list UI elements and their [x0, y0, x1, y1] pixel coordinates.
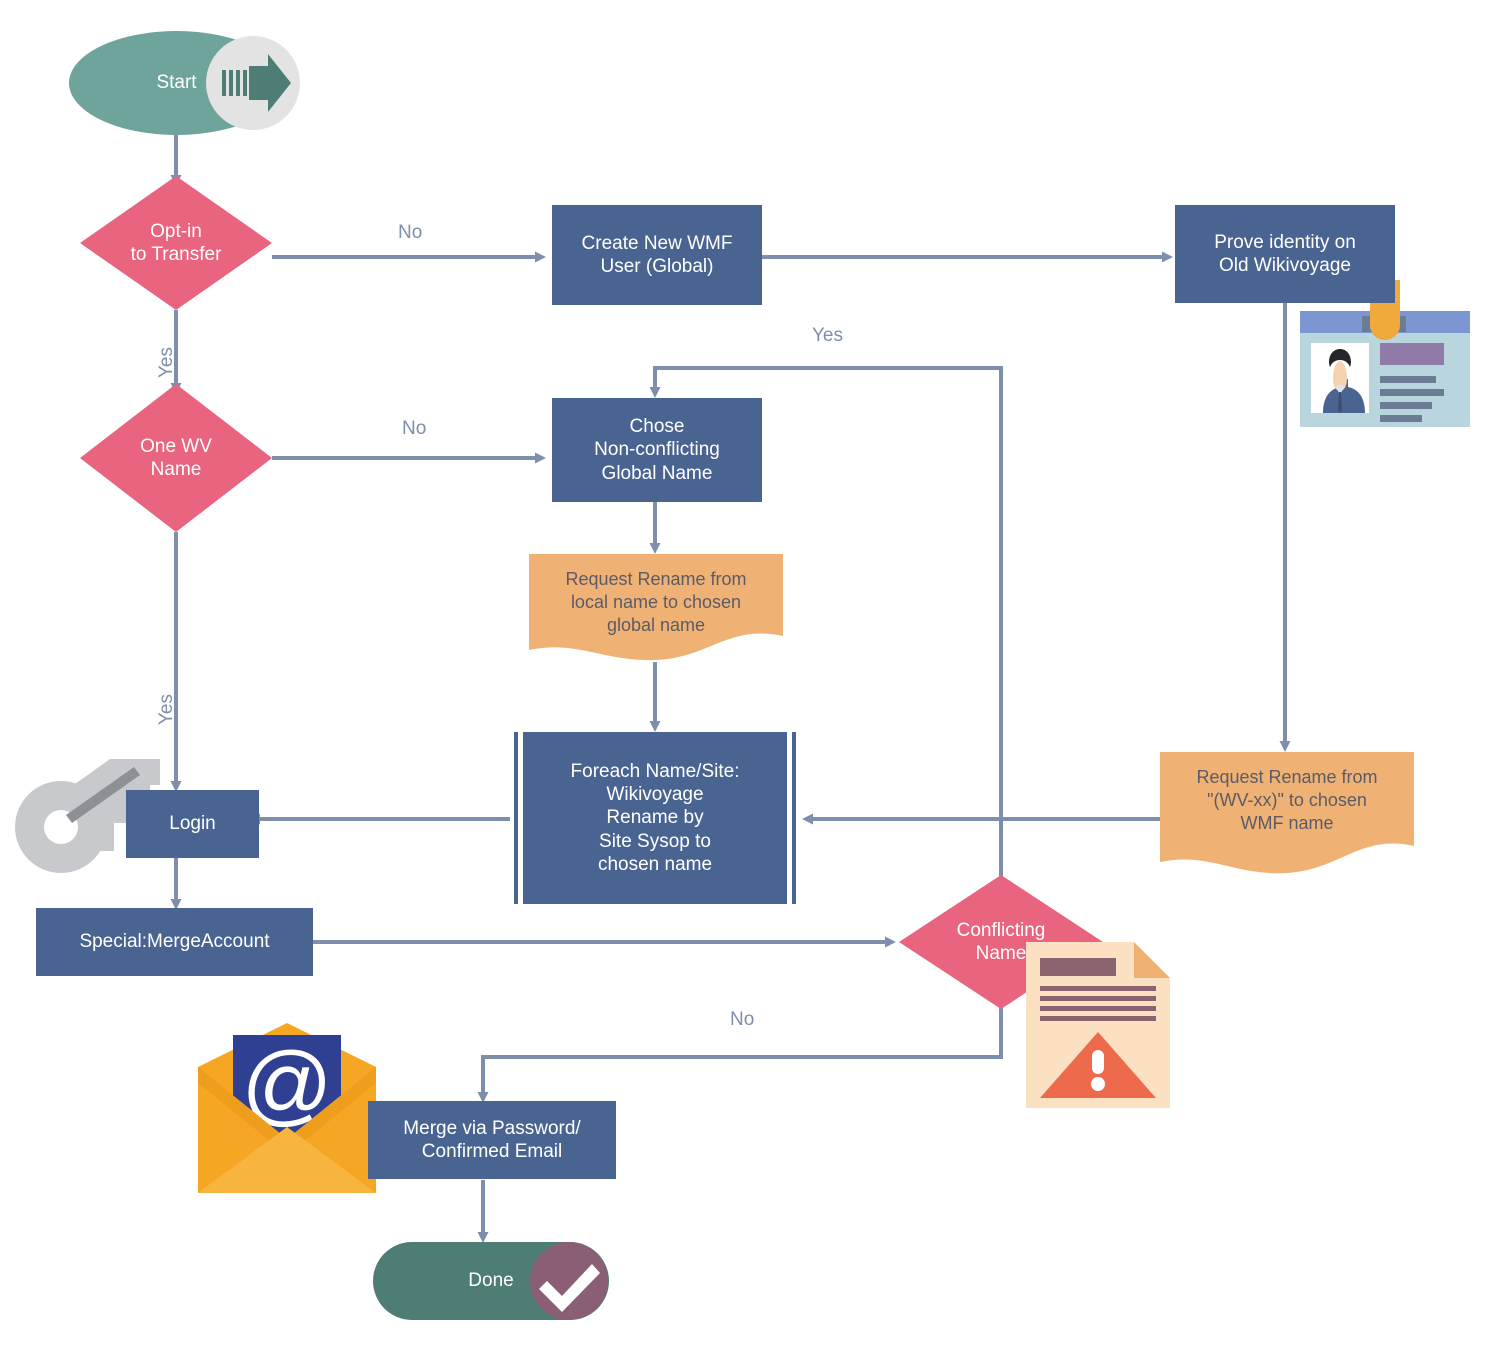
node-merge-line2: Confirmed Email	[421, 1141, 563, 1162]
node-login-label: Login	[169, 813, 216, 835]
node-foreach-line1: Foreach Name/Site:	[570, 761, 740, 783]
node-one-wv-name-label: One WV Name	[80, 384, 272, 532]
node-conflicting-line2: Name	[975, 943, 1027, 964]
edge-label-optin-no: No	[398, 222, 423, 243]
edge-label-optin-yes: Yes	[156, 347, 177, 378]
req-wv-line3: WMF name	[1240, 813, 1334, 834]
node-create-user-line2: User (Global)	[600, 256, 714, 277]
node-request-rename-wv[interactable]: Request Rename from "(WV-xx)" to chosen …	[1160, 752, 1414, 876]
node-one-wv-name-decision[interactable]: One WV Name	[80, 384, 272, 532]
edge-label-onewv-yes: Yes	[156, 694, 177, 725]
node-chose-line2: Non-conflicting	[594, 439, 720, 461]
req-wv-line2: "(WV-xx)" to chosen	[1207, 790, 1367, 811]
node-create-wmf-user[interactable]: Create New WMF User (Global)	[552, 205, 762, 305]
id-badge-icon	[1296, 267, 1474, 455]
node-chose-line3: Global Name	[601, 462, 713, 484]
edge-label-onewv-no: No	[402, 418, 427, 439]
email-envelope-icon: @	[198, 1023, 376, 1193]
node-login[interactable]: Login	[126, 790, 259, 858]
node-done-label: Done	[468, 1270, 514, 1292]
node-start-label: Start	[156, 72, 197, 94]
node-opt-in-decision[interactable]: Opt-in to Transfer	[80, 176, 272, 310]
node-opt-in-line1: Opt-in	[150, 220, 202, 242]
node-mergeaccount-label: Special:MergeAccount	[79, 931, 270, 953]
node-foreach-rename[interactable]: Foreach Name/Site: Wikivoyage Rename by …	[514, 732, 796, 904]
node-create-user-line1: Create New WMF	[581, 232, 733, 254]
check-circle-icon	[530, 1242, 608, 1320]
edge-label-conflicting-yes: Yes	[812, 325, 843, 346]
flowchart-canvas: No Yes No Yes Yes No Start Opt-in to Tra…	[0, 0, 1500, 1348]
node-merge-line1: Merge via Password/	[403, 1117, 581, 1139]
node-merge-via-password[interactable]: Merge via Password/ Confirmed Email	[368, 1101, 616, 1179]
node-prove-identity-line1: Prove identity on	[1214, 231, 1356, 253]
req-local-line3: global name	[606, 615, 706, 636]
node-foreach-line2: Wikivoyage	[606, 784, 704, 806]
node-request-rename-local-text: Request Rename from local name to chosen…	[529, 568, 783, 637]
edge-label-conflicting-no: No	[730, 1009, 755, 1030]
warning-document-icon	[1026, 942, 1170, 1108]
node-prove-identity[interactable]: Prove identity on Old Wikivoyage	[1175, 205, 1395, 303]
node-conflicting-line1: Conflicting	[956, 919, 1046, 941]
req-wv-line1: Request Rename from	[1196, 767, 1378, 787]
node-opt-in-line2: to Transfer	[130, 244, 222, 265]
node-prove-identity-line2: Old Wikivoyage	[1219, 255, 1351, 276]
play-forward-icon	[206, 36, 300, 130]
node-request-rename-local[interactable]: Request Rename from local name to chosen…	[529, 554, 783, 662]
req-local-line2: local name to chosen	[570, 592, 742, 613]
node-request-rename-wv-text: Request Rename from "(WV-xx)" to chosen …	[1160, 766, 1414, 835]
node-chose-line1: Chose	[629, 416, 685, 438]
node-opt-in-label: Opt-in to Transfer	[80, 176, 272, 310]
node-foreach-line4: Site Sysop to	[599, 830, 711, 852]
node-one-wv-line1: One WV	[140, 435, 212, 457]
node-chose-global-name[interactable]: Chose Non-conflicting Global Name	[552, 398, 762, 502]
node-foreach-line5: chosen name	[597, 853, 713, 875]
node-foreach-line3: Rename by	[606, 807, 704, 829]
node-one-wv-line2: Name	[150, 459, 202, 480]
node-special-mergeaccount[interactable]: Special:MergeAccount	[36, 908, 313, 976]
req-local-line1: Request Rename from	[565, 569, 747, 589]
